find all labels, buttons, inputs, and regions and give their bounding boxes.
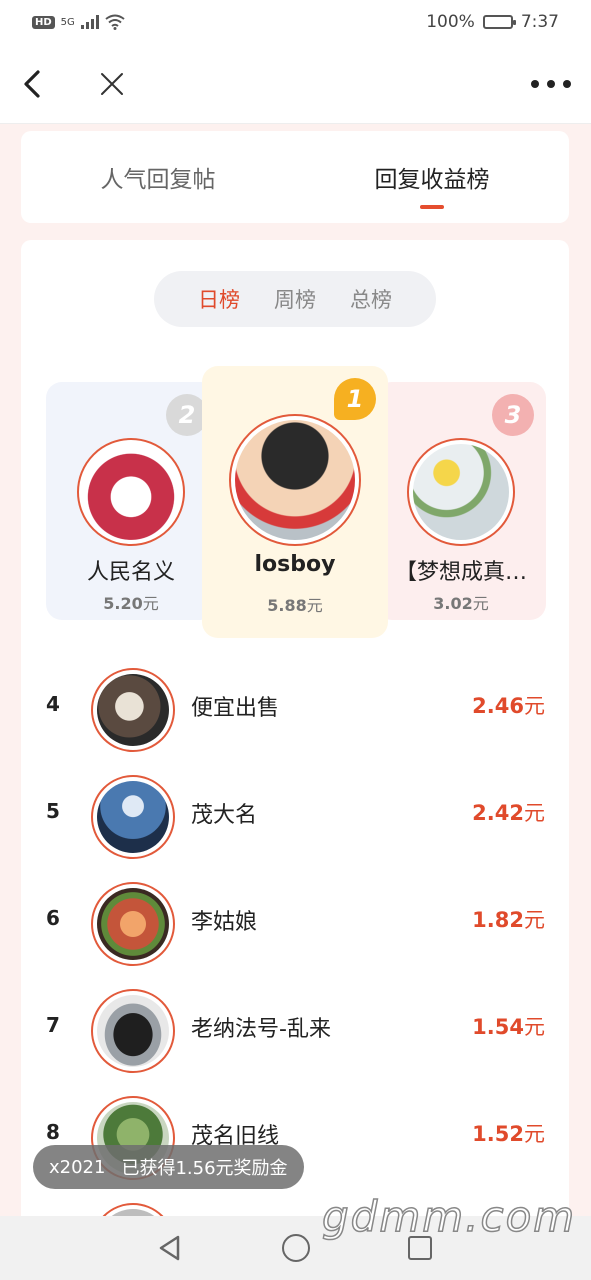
rank-number: 7 [46,1013,60,1037]
avatar[interactable] [91,668,175,752]
earnings-amount: 1.54元 [472,1015,545,1039]
period-total[interactable]: 总榜 [350,284,392,314]
toast-message: 已获得1.56元奖励金 [121,1158,288,1179]
network-gen: 5G [60,16,75,28]
period-switcher: 日榜 周榜 总榜 [154,271,436,327]
tab-label: 人气回复帖 [100,167,216,193]
podium-third[interactable]: 3 【梦想成真… 3.02元 [376,382,546,620]
toast-user: x2021 [49,1156,106,1178]
earnings-amount: 5.88元 [267,596,323,615]
system-home-icon[interactable] [282,1234,310,1262]
more-options-icon[interactable] [531,72,571,96]
rank-number: 4 [46,692,60,716]
back-arrow-icon[interactable] [16,66,52,102]
wifi-icon [105,14,125,30]
rank-badge-3: 3 [492,394,534,436]
tab-bar: 人气回复帖 回复收益榜 [21,131,569,223]
earnings-amount: 5.20元 [103,594,159,613]
rank-number: 8 [46,1120,60,1144]
podium-second[interactable]: 2 人民名义 5.20元 [46,382,216,620]
earnings-amount: 1.82元 [472,908,545,932]
avatar[interactable] [407,438,515,546]
earnings-amount: 3.02元 [433,594,489,613]
period-weekly[interactable]: 周榜 [274,284,316,314]
earnings-amount: 2.42元 [472,801,545,825]
signal-icon [80,15,99,29]
status-right: 100% 7:37 [426,12,559,32]
avatar[interactable] [229,414,361,546]
rank-number: 6 [46,906,60,930]
list-item[interactable]: 6 李姑娘 1.82元 [21,872,569,972]
tab-reply-earnings[interactable]: 回复收益榜 [295,131,569,223]
tab-label: 回复收益榜 [374,167,490,193]
list-item[interactable]: 5 茂大名 2.42元 [21,765,569,865]
avatar[interactable] [77,438,185,546]
close-icon[interactable] [96,68,128,100]
reward-toast: x2021 已获得1.56元奖励金 [33,1145,304,1189]
nav-bar [0,44,591,124]
clock: 7:37 [520,12,559,32]
avatar[interactable] [91,989,175,1073]
list-item[interactable]: 4 便宜出售 2.46元 [21,658,569,758]
battery-percent: 100% [426,12,475,32]
earnings-amount: 2.46元 [472,694,545,718]
rank-number: 5 [46,799,60,823]
avatar[interactable] [91,882,175,966]
username: 茂大名 [191,803,258,828]
list-item[interactable]: 7 老纳法号-乱来 1.54元 [21,979,569,1079]
username: 李姑娘 [191,910,258,935]
avatar[interactable] [91,775,175,859]
username: 便宜出售 [191,696,280,721]
username: 【梦想成真… [394,560,527,585]
username: 老纳法号-乱来 [191,1017,331,1042]
period-daily[interactable]: 日榜 [198,284,240,314]
status-bar: HD 5G 100% 7:37 [0,0,591,44]
rank-badge-1: 1 [334,378,376,420]
battery-icon [482,15,516,29]
tab-popular-replies[interactable]: 人气回复帖 [21,131,295,223]
earnings-amount: 1.52元 [472,1122,545,1146]
system-back-icon[interactable] [156,1234,184,1262]
username: losboy [254,552,336,577]
leaderboard-card: 日榜 周榜 总榜 2 人民名义 5.20元 3 【梦想成真… 3.02元 1 l… [21,240,569,1240]
status-left: HD 5G [32,14,125,30]
hd-indicator: HD [32,15,55,29]
username: 人民名义 [86,560,175,585]
podium-first[interactable]: 1 losboy 5.88元 [202,366,388,638]
watermark: gdmm.com [321,1191,577,1242]
